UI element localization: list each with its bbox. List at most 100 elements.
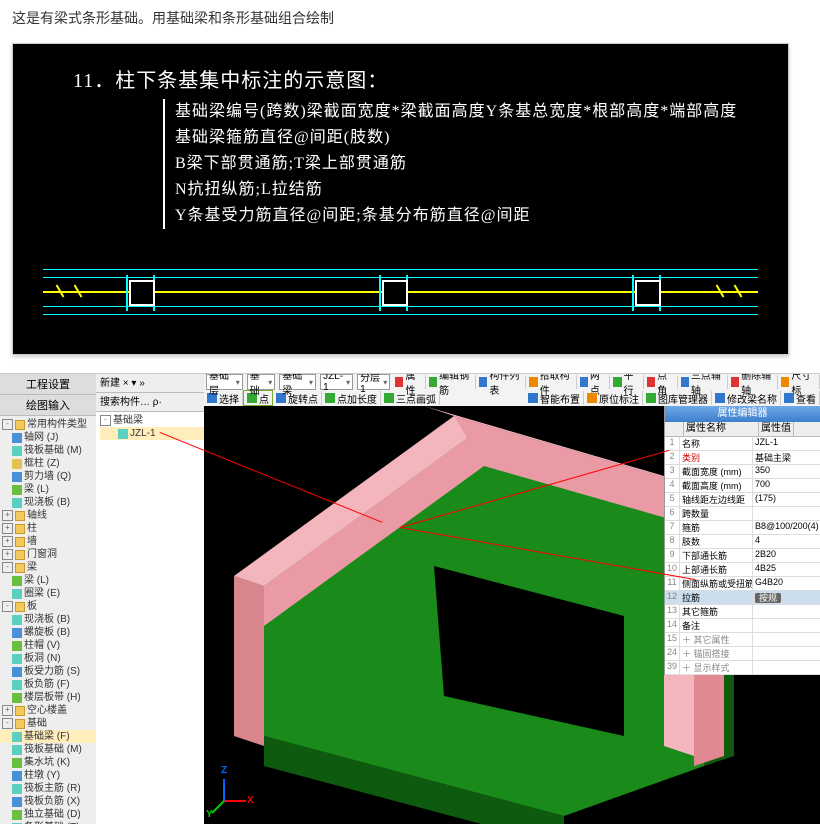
nav-item[interactable]: 筏板基础 (M) <box>0 444 96 457</box>
nav-item[interactable]: 筏板负筋 (X) <box>0 795 96 808</box>
nav-item[interactable]: 现浇板 (B) <box>0 613 96 626</box>
nav-item[interactable]: -基础 <box>0 717 96 730</box>
axis-y-label: Y <box>206 809 213 820</box>
nav-item[interactable]: +轴线 <box>0 509 96 522</box>
section-box-icon <box>635 280 661 306</box>
legend-line: Y条基受力筋直径@间距;条基分布筋直径@间距 <box>175 203 737 229</box>
nav-item[interactable]: 梁 (L) <box>0 483 96 496</box>
nav-item[interactable]: 现浇板 (B) <box>0 496 96 509</box>
property-row[interactable]: 24＋ 锚固搭接 <box>665 647 820 661</box>
legend-line: 基础梁箍筋直径@间距(肢数) <box>175 125 737 151</box>
nav-item[interactable]: 集水坑 (K) <box>0 756 96 769</box>
nav-item[interactable]: 楼层板带 (H) <box>0 691 96 704</box>
btn-imgmgr[interactable]: 图库管理器 <box>643 391 712 405</box>
nav-item[interactable]: 板负筋 (F) <box>0 678 96 691</box>
dropdown-base-layer[interactable]: 基础层 <box>206 374 243 390</box>
cad-title: 11．柱下条基集中标注的示意图： <box>73 64 388 93</box>
property-row[interactable]: 13其它箍筋 <box>665 605 820 619</box>
component-panel: 新建 × ▾ » 搜索构件… ρ· -基础梁 JZL-1 <box>96 374 205 824</box>
btn-point[interactable]: 点角 <box>644 375 678 389</box>
property-row[interactable]: 7箍筋B8@100/200(4) <box>665 521 820 535</box>
nav-item[interactable]: 螺旋板 (B) <box>0 626 96 639</box>
nav-item[interactable]: 板洞 (N) <box>0 652 96 665</box>
nav-item[interactable]: 柱墩 (Y) <box>0 769 96 782</box>
btn-parallel[interactable]: 平行 <box>610 375 644 389</box>
nav-item[interactable]: -板 <box>0 600 96 613</box>
nav-item[interactable]: +柱 <box>0 522 96 535</box>
ribbon: 基础层 基础 基础梁 JZL-1 分层1 属性 编辑钢筋 构件列表 拾取构件 两… <box>204 374 820 407</box>
tree-item[interactable]: -基础梁 <box>100 414 204 427</box>
property-row[interactable]: 15＋ 其它属性 <box>665 633 820 647</box>
property-row[interactable]: 6跨数量 <box>665 507 820 521</box>
dropdown-layer[interactable]: 分层1 <box>357 374 390 390</box>
nav-item[interactable]: 剪力墙 (Q) <box>0 470 96 483</box>
dropdown-beam[interactable]: 基础梁 <box>279 374 316 390</box>
nav-item[interactable]: +空心楼盖 <box>0 704 96 717</box>
btn-dim[interactable]: 尺寸标 <box>778 375 820 389</box>
btn-origin[interactable]: 原位标注 <box>584 391 643 405</box>
property-panel: 属性编辑器 属性名称 属性值 1名称JZL-12类别基础主梁3截面宽度 (mm)… <box>664 406 820 675</box>
nav-item[interactable]: 条形基础 (T) <box>0 821 96 824</box>
nav-item[interactable]: -梁 <box>0 561 96 574</box>
property-row[interactable]: 11侧面纵筋或受扭筋G4B20 <box>665 577 820 591</box>
section-box-icon <box>129 280 155 306</box>
property-row[interactable]: 10上部通长筋4B25 <box>665 563 820 577</box>
legend-line: 基础梁编号(跨数)梁截面宽度*梁截面高度Y条基总宽度*根部高度*端部高度 <box>175 99 737 125</box>
property-row[interactable]: 2类别基础主梁 <box>665 451 820 465</box>
app-window: 工程设置 绘图输入 -常用构件类型轴网 (J)筏板基础 (M)框柱 (Z)剪力墙… <box>0 373 820 824</box>
nav-item[interactable]: 柱帽 (V) <box>0 639 96 652</box>
btn-list[interactable]: 构件列表 <box>476 375 526 389</box>
nav-item[interactable]: 梁 (L) <box>0 574 96 587</box>
btn-tri-aux[interactable]: 三点辅轴 <box>678 375 728 389</box>
nav-item[interactable]: 独立基础 (D) <box>0 808 96 821</box>
property-row[interactable]: 3截面宽度 (mm)350 <box>665 465 820 479</box>
nav-item[interactable]: 板受力筋 (S) <box>0 665 96 678</box>
property-row[interactable]: 5轴线距左边线距(175) <box>665 493 820 507</box>
btn-properties[interactable]: 属性 <box>392 375 426 389</box>
btn-two-point[interactable]: 两点 <box>577 375 611 389</box>
nav-item[interactable]: +墙 <box>0 535 96 548</box>
module-panel: 工程设置 绘图输入 -常用构件类型轴网 (J)筏板基础 (M)框柱 (Z)剪力墙… <box>0 374 97 824</box>
property-row[interactable]: 9下部通长筋2B20 <box>665 549 820 563</box>
nav-item[interactable]: -常用构件类型 <box>0 418 96 431</box>
cad-diagram: 11．柱下条基集中标注的示意图： 基础梁编号(跨数)梁截面宽度*梁截面高度Y条基… <box>12 43 789 355</box>
property-row[interactable]: 8肢数4 <box>665 535 820 549</box>
nav-item[interactable]: 轴网 (J) <box>0 431 96 444</box>
nav-item[interactable]: 圈梁 (E) <box>0 587 96 600</box>
property-row[interactable]: 12拉筋按规 <box>665 591 820 605</box>
nav-item[interactable]: 筏板基础 (M) <box>0 743 96 756</box>
dropdown-foundation[interactable]: 基础 <box>247 374 275 390</box>
nav-item[interactable]: 基础梁 (F) <box>0 730 96 743</box>
module-hdr1: 工程设置 <box>0 374 96 395</box>
nav-item[interactable]: +门窗洞 <box>0 548 96 561</box>
axis-x-label: X <box>247 795 254 806</box>
btn-3pt[interactable]: 三点画弧 <box>381 391 440 405</box>
btn-del-aux[interactable]: 删除辅轴 <box>728 375 778 389</box>
module-hdr2: 绘图输入 <box>0 395 96 416</box>
property-row[interactable]: 1名称JZL-1 <box>665 437 820 451</box>
component-bar[interactable]: 新建 × ▾ » <box>96 374 204 393</box>
new-button[interactable]: 新建 <box>100 378 120 389</box>
cad-legend: 基础梁编号(跨数)梁截面宽度*梁截面高度Y条基总宽度*根部高度*端部高度 基础梁… <box>163 99 737 229</box>
section-box-icon <box>382 280 408 306</box>
tree-item-selected[interactable]: JZL-1 <box>100 427 204 440</box>
nav-item[interactable]: 筏板主筋 (R) <box>0 782 96 795</box>
btn-fix[interactable]: 修改梁名称 <box>712 391 781 405</box>
property-title: 属性编辑器 <box>665 406 820 422</box>
btn-view[interactable]: 查看 <box>781 391 820 405</box>
legend-line: B梁下部贯通筋;T梁上部贯通筋 <box>175 151 737 177</box>
property-row[interactable]: 4截面高度 (mm)700 <box>665 479 820 493</box>
btn-smart[interactable]: 智能布置 <box>525 391 584 405</box>
property-row[interactable]: 39＋ 显示样式 <box>665 661 820 675</box>
legend-line: N抗扭纵筋;L拉结筋 <box>175 177 737 203</box>
property-row[interactable]: 14备注 <box>665 619 820 633</box>
axis-z-label: Z <box>221 765 227 776</box>
nav-tree[interactable]: -常用构件类型轴网 (J)筏板基础 (M)框柱 (Z)剪力墙 (Q)梁 (L)现… <box>0 416 96 824</box>
dropdown-jzl[interactable]: JZL-1 <box>320 374 353 390</box>
btn-edit-rebar[interactable]: 编辑钢筋 <box>426 375 476 389</box>
btn-pick[interactable]: 拾取构件 <box>526 375 576 389</box>
property-header: 属性名称 属性值 <box>665 422 820 437</box>
intro-text: 这是有梁式条形基础。用基础梁和条形基础组合绘制 <box>0 0 820 37</box>
nav-item[interactable]: 框柱 (Z) <box>0 457 96 470</box>
search-bar[interactable]: 搜索构件… ρ· <box>96 393 204 412</box>
